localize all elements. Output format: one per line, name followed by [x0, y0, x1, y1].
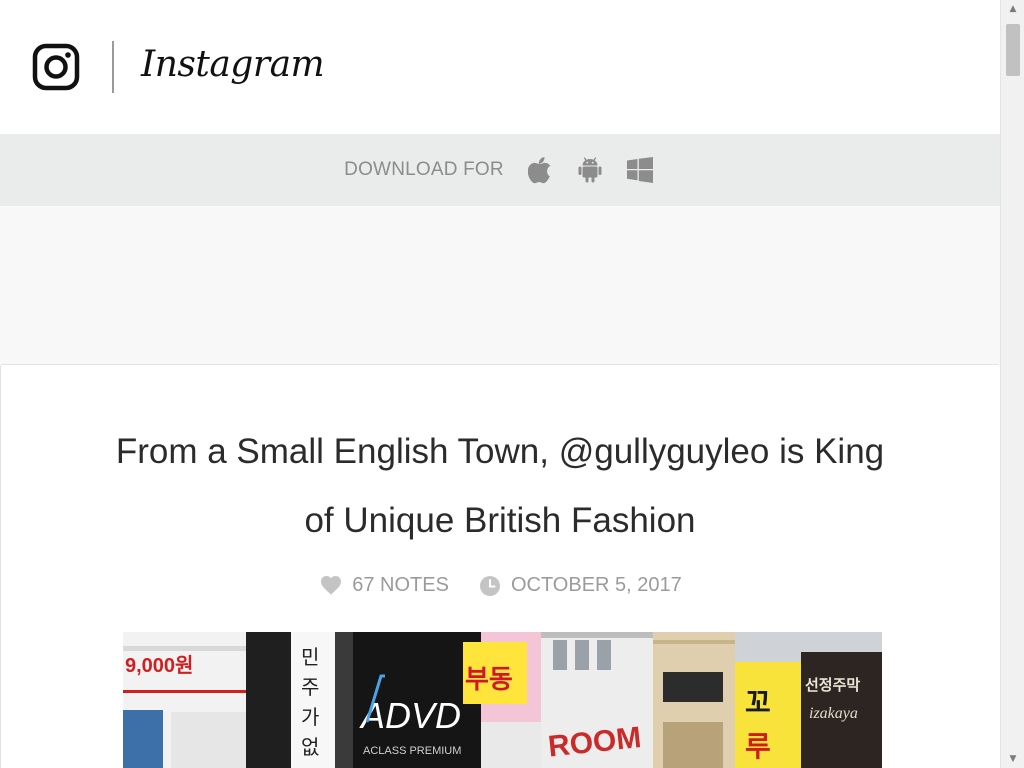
scroll-up-arrow-icon[interactable]: ▲ [1001, 0, 1024, 18]
post-meta: 67 NOTES OCTOBER 5, 2017 [1, 574, 1001, 597]
post-card: From a Small English Town, @gullyguyleo … [0, 364, 1000, 768]
vertical-scrollbar[interactable]: ▲ ▼ [1000, 0, 1024, 768]
ad-spacer [0, 206, 1000, 364]
post-notes[interactable]: 67 NOTES [320, 574, 449, 597]
scroll-down-arrow-icon[interactable]: ▼ [1001, 750, 1024, 768]
download-ios-button[interactable] [524, 154, 556, 186]
download-label: DOWNLOAD FOR [344, 159, 504, 180]
instagram-camera-icon [32, 43, 80, 91]
windows-icon [626, 157, 653, 183]
svg-text:선정주막: 선정주막 [805, 676, 860, 694]
site-header: Instagram [0, 0, 1000, 134]
page: Instagram DOWNLOAD FOR From a Small Engl… [0, 0, 1024, 768]
post-date[interactable]: OCTOBER 5, 2017 [479, 574, 682, 597]
heart-icon [321, 575, 342, 595]
apple-icon [527, 157, 551, 184]
svg-text:부동: 부동 [465, 665, 513, 695]
logo-divider [112, 41, 114, 93]
brand-wordmark: Instagram [141, 44, 325, 85]
post-title[interactable]: From a Small English Town, @gullyguyleo … [101, 417, 899, 555]
download-windows-button[interactable] [624, 154, 656, 186]
svg-text:주: 주 [301, 675, 319, 699]
post-image[interactable]: 9,000원 민 주 가 없 ADVD ACLASS PREMIUM 부동 RO… [123, 632, 882, 768]
android-icon [578, 157, 602, 183]
clock-icon [479, 575, 500, 596]
download-android-button[interactable] [574, 154, 606, 186]
sign-izakaya-text: izakaya [809, 705, 858, 722]
sign-price-text: 9,000원 [125, 654, 193, 677]
sign-aclass-text: ACLASS PREMIUM [363, 745, 461, 757]
scroll-thumb[interactable] [1006, 24, 1020, 76]
street-scene-photo: 9,000원 민 주 가 없 ADVD ACLASS PREMIUM 부동 RO… [123, 632, 882, 768]
svg-text:꼬: 꼬 [745, 686, 771, 719]
post-date-text: OCTOBER 5, 2017 [510, 574, 682, 596]
svg-text:루: 루 [745, 730, 771, 763]
notes-count: 67 NOTES [352, 574, 449, 596]
svg-text:민: 민 [301, 645, 319, 669]
svg-text:가: 가 [301, 705, 319, 729]
svg-text:없: 없 [301, 735, 319, 759]
download-bar: DOWNLOAD FOR [0, 134, 1000, 206]
instagram-logo-link[interactable]: Instagram [32, 41, 325, 93]
